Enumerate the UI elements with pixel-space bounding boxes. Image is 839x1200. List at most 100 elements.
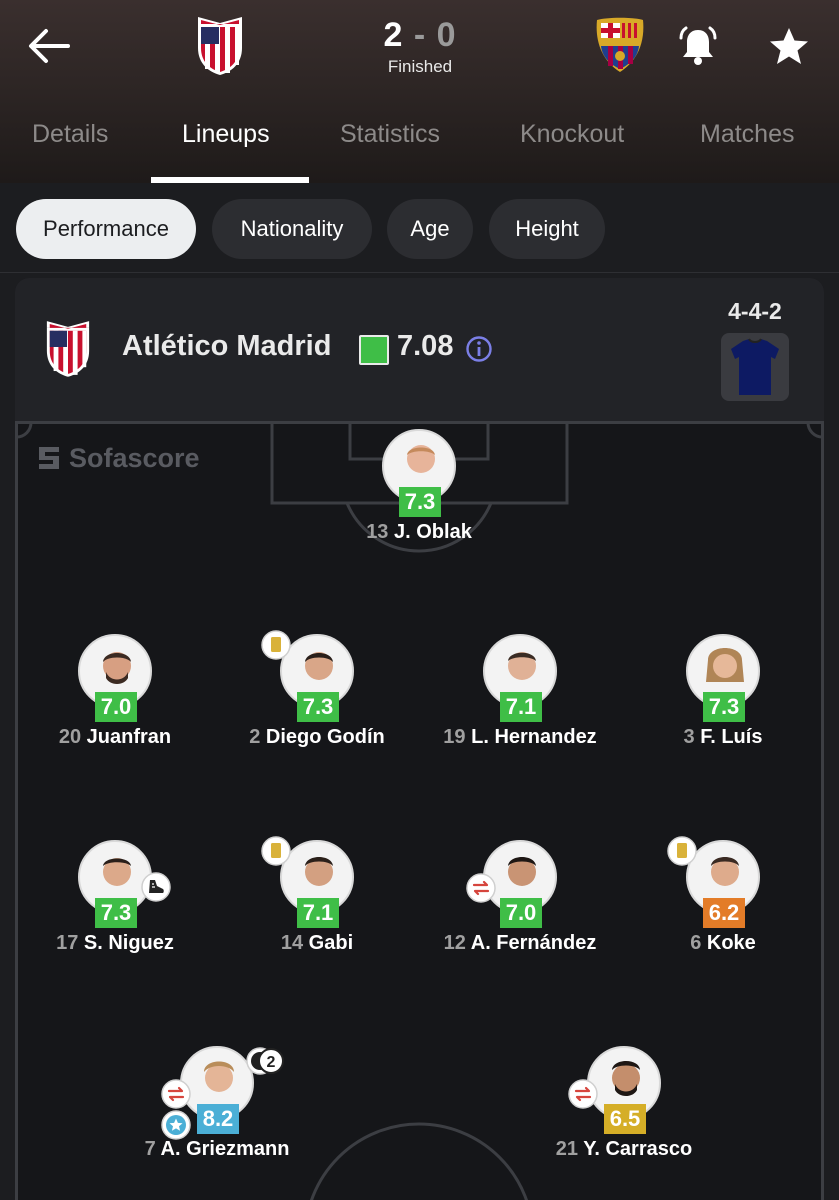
player-rating: 7.1 (297, 898, 339, 928)
player-label: 6 Koke (613, 932, 833, 955)
sofascore-logo-icon (39, 447, 59, 469)
player-name: Y. Carrasco (583, 1138, 693, 1160)
man-of-the-match-icon (161, 1110, 191, 1140)
pitch: Sofascore 7.3 13 J. Oblak 7.0 20 Juanfra… (15, 421, 824, 1200)
home-team-crest[interactable] (195, 14, 245, 76)
player-label: 14 Gabi (207, 932, 427, 955)
player-a-griezmann[interactable]: 2 8.2 7 A. Griezmann (127, 1046, 307, 1196)
player-name: Koke (706, 932, 756, 954)
player-number: 19 (443, 726, 466, 748)
chip-performance[interactable]: Performance (16, 199, 196, 259)
player-number: 2 (249, 726, 261, 748)
player-number: 14 (280, 932, 304, 954)
team-rating-indicator (359, 335, 389, 365)
yellow-card-icon (667, 836, 697, 866)
player-label: 20 Juanfran (5, 726, 225, 749)
away-score: 0 (436, 16, 457, 54)
tab-bar: Details Lineups Statistics Knockout Matc… (0, 110, 839, 183)
player-name: A. Fernández (470, 932, 597, 954)
substitution-icon (466, 873, 496, 903)
player-number: 3 (683, 726, 695, 748)
team-header: Atlético Madrid 7.08 4-4-2 (15, 278, 824, 421)
player-number: 20 (58, 726, 82, 748)
player-gabi[interactable]: 7.1 14 Gabi (227, 836, 407, 990)
star-icon (770, 28, 808, 64)
player-label: 12 A. Fernández (410, 932, 630, 955)
player-koke[interactable]: 6.2 6 Koke (633, 836, 813, 990)
player-label: 3 F. Luís (613, 726, 833, 749)
arrow-left-icon (29, 29, 70, 63)
player-label: 7 A. Griezmann (107, 1138, 327, 1161)
player-s-niguez[interactable]: 7.3 17 S. Niguez (25, 840, 205, 990)
player-label: 17 S. Niguez (5, 932, 225, 955)
player-label: 19 L. Hernandez (410, 726, 630, 749)
player-name: F. Luís (700, 726, 763, 748)
goals-icon: 2 (246, 1047, 284, 1075)
brand-name: Sofascore (69, 442, 200, 473)
player-number: 12 (443, 932, 466, 954)
player-label: 13 J. Oblak (309, 521, 529, 544)
player-f-luis[interactable]: 7.3 3 F. Luís (633, 634, 813, 784)
bell-icon (679, 26, 717, 65)
goals-count: 2 (267, 1054, 276, 1071)
player-name: Juanfran (86, 726, 172, 748)
yellow-card-icon (261, 836, 291, 866)
player-rating: 7.3 (297, 692, 339, 722)
player-oblak[interactable]: 7.3 13 J. Oblak (329, 429, 509, 579)
player-number: 13 (366, 521, 389, 543)
team-name: Atlético Madrid (122, 330, 332, 362)
match-status: Finished (387, 57, 453, 76)
player-rating: 7.3 (399, 487, 441, 517)
tab-lineups[interactable]: Lineups (182, 120, 270, 149)
team-kit-button[interactable] (721, 333, 789, 401)
chip-height[interactable]: Height (489, 199, 605, 259)
substitution-icon (161, 1079, 191, 1109)
player-l-hernandez[interactable]: 7.1 19 L. Hernandez (430, 634, 610, 784)
score-separator: - (413, 16, 427, 54)
substitution-icon (568, 1079, 598, 1109)
player-number: 21 (555, 1138, 579, 1160)
match-header: 2 - 0 Finished Details Lineups Statistic… (0, 0, 839, 183)
tab-details[interactable]: Details (32, 120, 108, 149)
player-label: 2 Diego Godín (207, 726, 427, 749)
player-name: Gabi (308, 932, 354, 954)
jersey-icon (731, 338, 779, 395)
player-name: J. Oblak (394, 521, 472, 543)
player-a-fernandez[interactable]: 7.0 12 A. Fernández (430, 840, 610, 990)
player-number: 6 (690, 932, 702, 954)
info-icon[interactable] (465, 335, 493, 363)
back-button[interactable] (26, 26, 72, 66)
player-y-carrasco[interactable]: 6.5 21 Y. Carrasco (534, 1046, 714, 1196)
player-rating: 6.5 (604, 1104, 646, 1134)
player-rating: 7.3 (95, 898, 137, 928)
player-diego-godin[interactable]: 7.3 2 Diego Godín (227, 630, 407, 784)
team-average-rating: 7.08 (397, 330, 454, 362)
tab-statistics[interactable]: Statistics (340, 120, 440, 149)
player-name: S. Niguez (83, 932, 174, 954)
player-number: 7 (144, 1138, 156, 1160)
tab-matches[interactable]: Matches (700, 120, 794, 149)
formation: 4-4-2 (728, 298, 782, 324)
player-rating: 8.2 (197, 1104, 239, 1134)
sofascore-watermark: Sofascore (37, 443, 200, 473)
tab-knockout[interactable]: Knockout (520, 120, 624, 149)
home-score: 2 (383, 16, 404, 54)
player-juanfran[interactable]: 7.0 20 Juanfran (25, 634, 205, 784)
boot-icon (141, 872, 171, 902)
favorite-button[interactable] (768, 26, 810, 66)
yellow-card-icon (261, 630, 291, 660)
score: 2 - 0 (340, 16, 500, 55)
player-rating: 7.0 (95, 692, 137, 722)
team-crest (44, 318, 92, 378)
chip-age[interactable]: Age (387, 199, 473, 259)
away-team-crest[interactable] (593, 16, 647, 74)
player-rating: 7.0 (500, 898, 542, 928)
player-rating: 7.3 (703, 692, 745, 722)
lineup-filter-chips: Performance Nationality Age Height (0, 183, 839, 273)
chip-nationality[interactable]: Nationality (212, 199, 372, 259)
player-rating: 7.1 (500, 692, 542, 722)
notification-bell-button[interactable] (678, 24, 718, 68)
player-name: Diego Godín (265, 726, 385, 748)
player-label: 21 Y. Carrasco (514, 1138, 734, 1161)
player-name: A. Griezmann (160, 1138, 290, 1160)
